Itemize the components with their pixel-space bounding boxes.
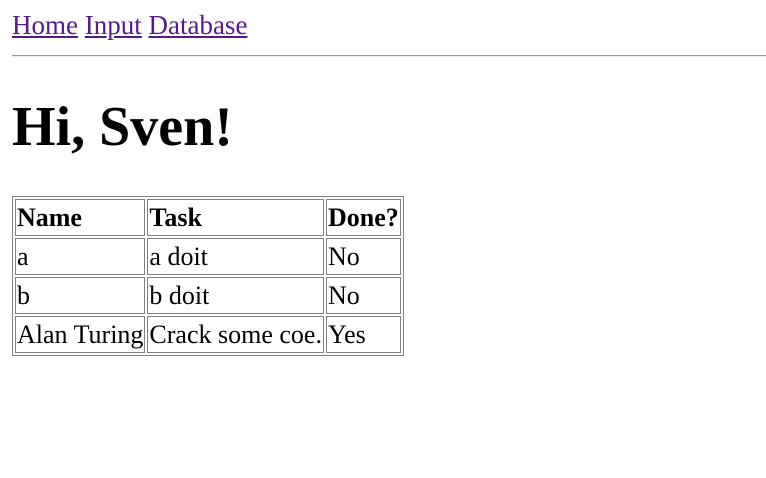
cell-name: a (15, 238, 146, 275)
column-header-task: Task (147, 199, 324, 236)
table-row: Alan Turing Crack some coe. Yes (15, 316, 401, 353)
table-row: a a doit No (15, 238, 401, 275)
nav-link-database[interactable]: Database (148, 10, 247, 40)
page-heading: Hi, Sven! (12, 96, 233, 158)
cell-task: a doit (147, 238, 324, 275)
cell-done: No (325, 277, 401, 314)
cell-task: Crack some coe. (147, 316, 324, 353)
top-nav: Home Input Database (12, 8, 247, 42)
cell-task: b doit (147, 277, 324, 314)
nav-link-home[interactable]: Home (12, 10, 78, 40)
nav-link-input[interactable]: Input (85, 10, 142, 40)
tasks-table: Name Task Done? a a doit No b b doit No … (12, 196, 404, 356)
table-header-row: Name Task Done? (15, 199, 401, 236)
table-row: b b doit No (15, 277, 401, 314)
divider (12, 55, 766, 57)
cell-done: No (325, 238, 401, 275)
cell-done: Yes (325, 316, 401, 353)
cell-name: b (15, 277, 146, 314)
column-header-done: Done? (325, 199, 401, 236)
column-header-name: Name (15, 199, 146, 236)
cell-name: Alan Turing (15, 316, 146, 353)
